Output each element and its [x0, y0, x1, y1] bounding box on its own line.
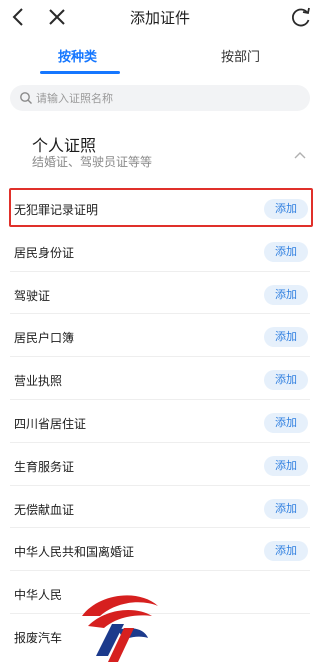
add-button[interactable]: 添加 [264, 455, 308, 476]
item-label: 无偿献血证 [14, 502, 75, 517]
list-item[interactable]: 居民户口簿 添加 [0, 314, 320, 358]
add-button[interactable]: 添加 [264, 412, 308, 433]
list-item[interactable]: 中华人民共和国离婚证 添加 [0, 528, 320, 572]
list-item[interactable]: 营业执照 添加 [0, 357, 320, 400]
chevron-up-icon[interactable] [293, 150, 307, 160]
add-button[interactable]: 添加 [264, 370, 308, 391]
item-label: 生育服务证 [14, 459, 75, 474]
add-button[interactable]: 添加 [264, 327, 308, 348]
top-bar: 添加证件 [0, 0, 320, 34]
item-label: 中华人民 [14, 588, 63, 603]
tab-by-category[interactable]: 按种类 [58, 46, 97, 65]
page-title: 添加证件 [129, 9, 190, 27]
tab-by-department[interactable]: 按部门 [221, 46, 260, 65]
search-input[interactable] [36, 88, 296, 108]
watermark-logo [82, 595, 158, 662]
search-icon [20, 92, 32, 104]
item-label: 居民户口簿 [14, 331, 75, 346]
add-button[interactable]: 添加 [264, 284, 308, 305]
add-button[interactable]: 添加 [264, 498, 308, 519]
add-button[interactable]: 添加 [264, 241, 308, 262]
section-header-personal[interactable]: 个人证照 结婚证、驾驶员证等等 [0, 128, 320, 176]
list-item[interactable]: 居民身份证 添加 [0, 229, 320, 272]
refresh-icon[interactable] [288, 4, 314, 30]
active-tab-indicator [40, 71, 120, 74]
item-label: 无犯罪记录证明 [14, 203, 99, 217]
list-item[interactable]: 生育服务证 添加 [0, 443, 320, 486]
add-button[interactable]: 添加 [264, 541, 308, 562]
item-label: 驾驶证 [14, 288, 51, 303]
item-label: 四川省居住证 [14, 416, 87, 431]
item-label: 营业执照 [14, 374, 63, 389]
list-item[interactable]: 四川省居住证 添加 [0, 400, 320, 443]
section-subtitle: 结婚证、驾驶员证等等 [32, 155, 153, 169]
item-label: 报废汽车 [14, 630, 63, 645]
item-label: 中华人民共和国离婚证 [14, 545, 135, 560]
search-bar[interactable] [10, 85, 310, 111]
list-item[interactable]: 无偿献血证 添加 [0, 486, 320, 529]
item-label: 居民身份证 [14, 245, 75, 260]
list-item[interactable]: 驾驶证 添加 [0, 272, 320, 315]
add-button[interactable]: 添加 [264, 199, 308, 219]
list-item[interactable]: 无犯罪记录证明 添加 [0, 186, 320, 229]
tab-bar: 按种类 按部门 [0, 34, 320, 74]
